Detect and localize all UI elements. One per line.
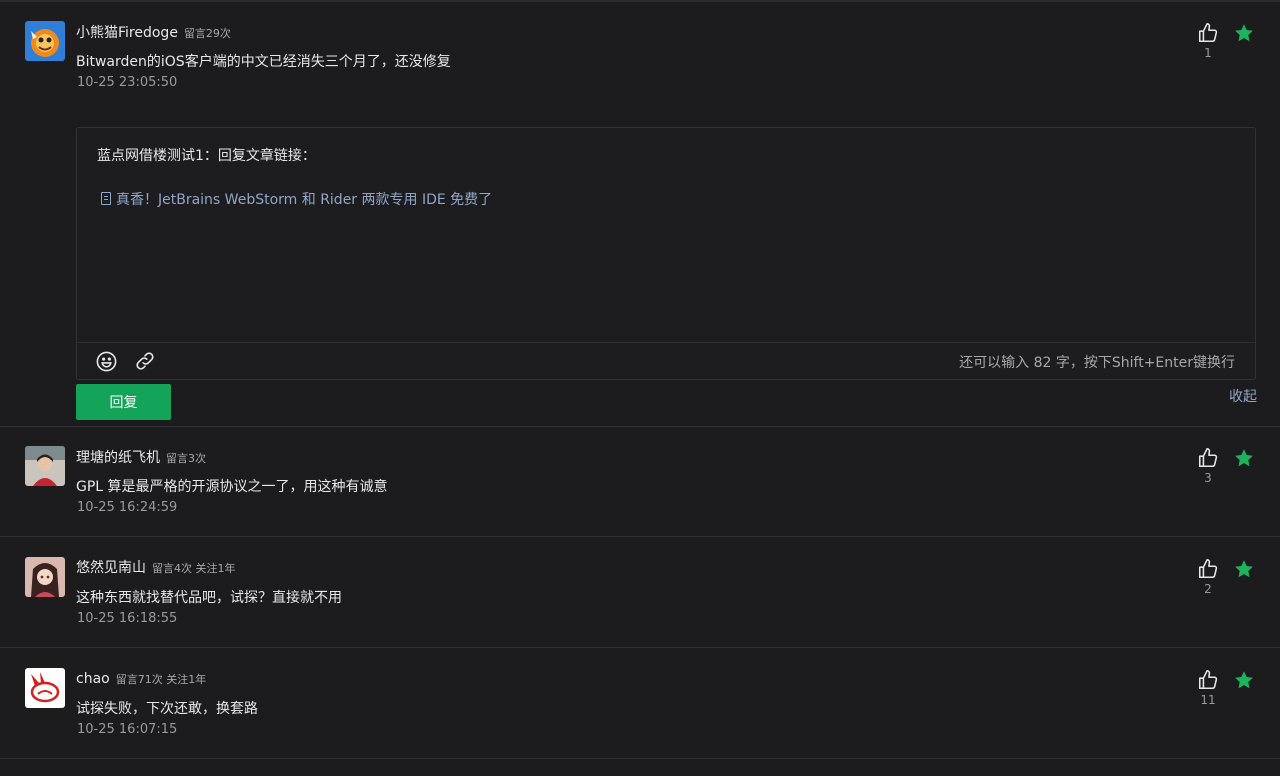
like-count: 1 xyxy=(1204,46,1212,60)
favorite-button[interactable] xyxy=(1233,22,1255,44)
comment-time: 10-25 16:18:55 xyxy=(77,611,178,626)
avatar[interactable] xyxy=(25,668,65,708)
comment-author[interactable]: 悠然见南山 xyxy=(76,560,146,576)
divider xyxy=(0,758,1280,759)
comment-time: 10-25 23:05:50 xyxy=(77,75,178,90)
comment-author-meta: 留言3次 xyxy=(166,452,206,465)
comment-time: 10-25 16:07:15 xyxy=(77,722,178,737)
like-button[interactable] xyxy=(1197,558,1219,580)
reply-editor[interactable]: 蓝点网借楼测试1：回复文章链接： 真香！JetBrains WebStorm 和… xyxy=(76,127,1256,380)
comment-text: 这种东西就找替代品吧，试探？直接就不用 xyxy=(76,590,342,606)
reply-prefix-text: 蓝点网借楼测试1：回复文章链接： xyxy=(97,148,316,164)
like-count: 2 xyxy=(1204,582,1212,596)
like-button[interactable] xyxy=(1197,447,1219,469)
like-button[interactable] xyxy=(1197,669,1219,691)
comment-text: GPL 算是最严格的开源协议之一了，用这种有诚意 xyxy=(76,479,388,495)
article-link-text: 真香！JetBrains WebStorm 和 Rider 两款专用 IDE 免… xyxy=(116,192,493,208)
collapse-link[interactable]: 收起 xyxy=(1229,386,1257,406)
comment-author[interactable]: chao xyxy=(76,671,110,687)
comment-item: chao 留言71次 关注1年 试探失败，下次还敢，换套路 10-25 16:07… xyxy=(0,648,1280,759)
document-icon xyxy=(101,192,111,205)
comment-time: 10-25 16:24:59 xyxy=(77,500,178,515)
smiley-icon xyxy=(96,351,117,372)
comment-item: 悠然见南山 留言4次 关注1年 这种东西就找替代品吧，试探？直接就不用 10-25… xyxy=(0,537,1280,648)
comment-item: 理塘的纸飞机 留言3次 GPL 算是最严格的开源协议之一了，用这种有诚意 10-2… xyxy=(0,427,1280,537)
thumbs-up-icon xyxy=(1198,448,1218,468)
avatar[interactable] xyxy=(25,557,65,597)
favorite-button[interactable] xyxy=(1233,558,1255,580)
link-icon xyxy=(136,352,154,370)
star-icon xyxy=(1235,449,1253,467)
comment-author[interactable]: 小熊猫Firedoge xyxy=(76,25,178,41)
favorite-button[interactable] xyxy=(1233,447,1255,469)
like-count: 3 xyxy=(1204,471,1212,485)
thumbs-up-icon xyxy=(1198,559,1218,579)
reply-submit-button[interactable]: 回复 xyxy=(76,384,171,420)
char-counter: 还可以输入 82 字，按下Shift+Enter键换行 xyxy=(959,355,1235,371)
avatar[interactable] xyxy=(25,446,65,486)
editor-toolbar: 还可以输入 82 字，按下Shift+Enter键换行 xyxy=(77,342,1255,380)
comment-author-meta: 留言4次 关注1年 xyxy=(152,562,236,575)
thumbs-up-icon xyxy=(1198,23,1218,43)
like-button[interactable] xyxy=(1197,22,1219,44)
favorite-button[interactable] xyxy=(1233,669,1255,691)
comment-text: Bitwarden的iOS客户端的中文已经消失三个月了，还没修复 xyxy=(76,54,451,70)
star-icon xyxy=(1235,671,1253,689)
star-icon xyxy=(1235,24,1253,42)
avatar[interactable] xyxy=(25,21,65,61)
comment-author-meta: 留言29次 xyxy=(183,27,231,40)
like-count: 11 xyxy=(1200,693,1216,707)
comment-author-meta: 留言71次 关注1年 xyxy=(115,673,207,686)
comment-text: 试探失败，下次还敢，换套路 xyxy=(76,701,258,717)
emoji-button[interactable] xyxy=(95,350,118,373)
comment-item: 小熊猫Firedoge 留言29次 Bitwarden的iOS客户端的中文已经消失… xyxy=(0,0,1280,427)
thumbs-up-icon xyxy=(1198,670,1218,690)
comment-author[interactable]: 理塘的纸飞机 xyxy=(76,450,160,466)
insert-link-button[interactable] xyxy=(134,350,156,372)
star-icon xyxy=(1235,560,1253,578)
article-link[interactable]: 真香！JetBrains WebStorm 和 Rider 两款专用 IDE 免… xyxy=(101,189,492,209)
